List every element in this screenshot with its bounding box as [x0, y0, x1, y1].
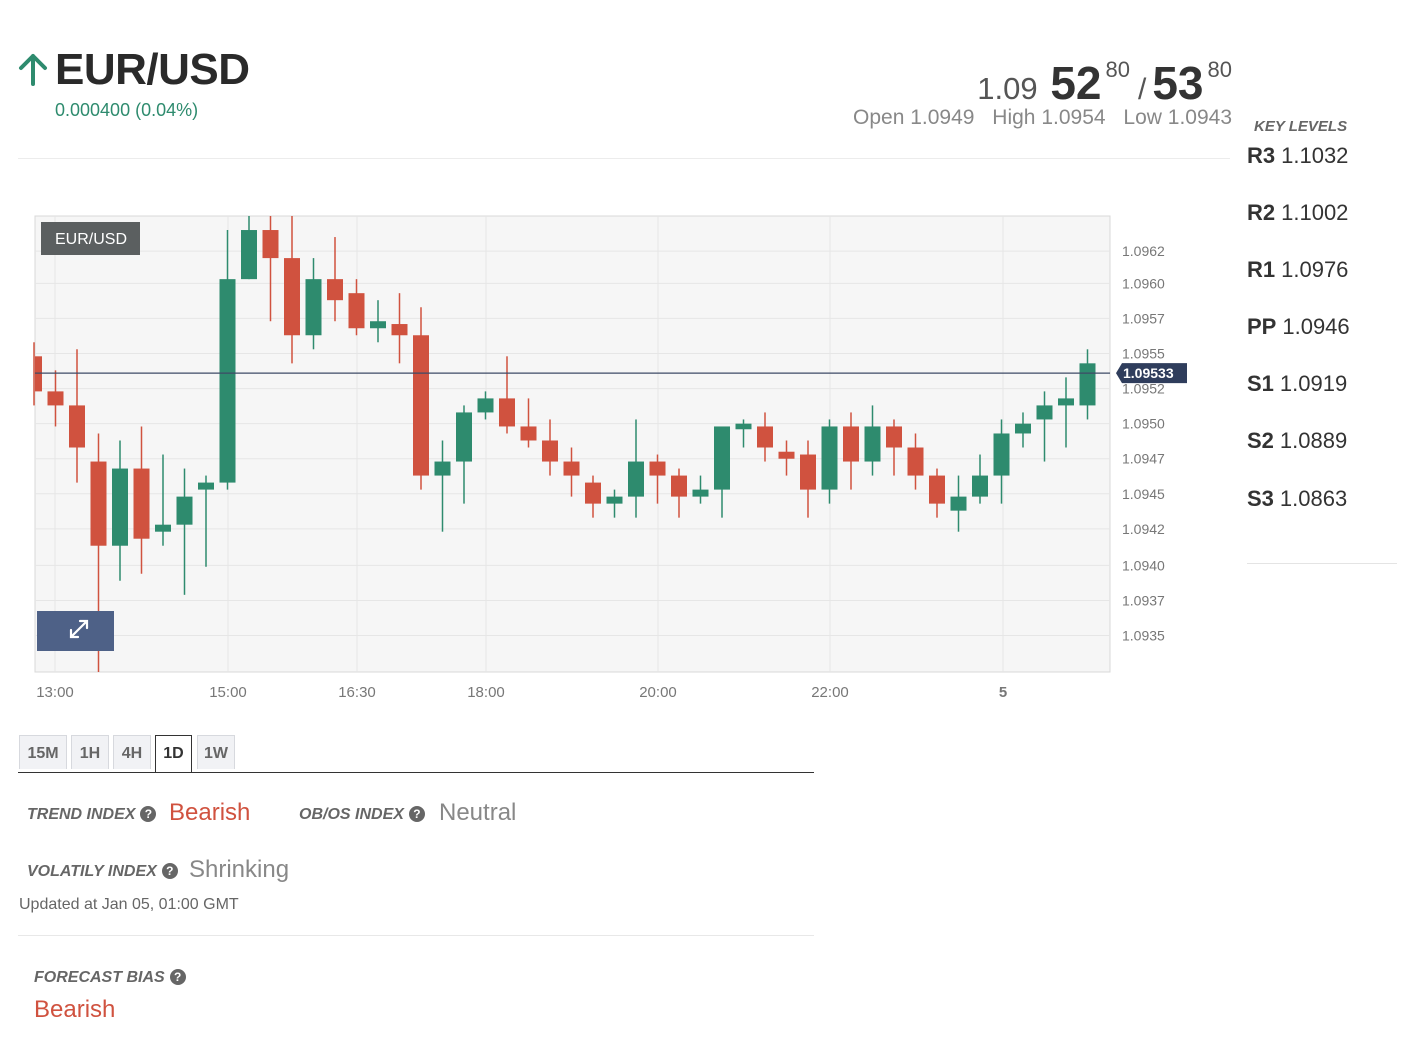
forecast-bias-value: Bearish [34, 996, 116, 1023]
volatility-index-label: VOLATILY INDEX? [27, 863, 178, 881]
y-tick-label: 1.0945 [1122, 486, 1165, 502]
candle-body [1079, 363, 1096, 406]
x-tick-label: 5 [999, 684, 1007, 701]
question-circle-icon[interactable]: ? [169, 969, 186, 985]
obos-index-label-text: OB/OS INDEX [299, 806, 404, 823]
candle-body [305, 279, 322, 336]
tab-1h[interactable]: 1H [71, 735, 109, 769]
x-tick-label: 15:00 [209, 684, 247, 701]
y-tick-label: 1.0935 [1122, 628, 1165, 644]
candle-body [563, 461, 580, 476]
candle-body [864, 426, 881, 462]
y-tick-label: 1.0947 [1122, 451, 1165, 467]
candle-body [176, 496, 193, 525]
y-tick-label: 1.0962 [1122, 243, 1165, 259]
candle-body [821, 426, 838, 490]
candle-body [477, 398, 494, 413]
forecast-bias-label-text: FORECAST BIAS [34, 969, 165, 986]
candle-body [843, 426, 859, 462]
candle-body [950, 496, 967, 511]
y-tick-label: 1.0960 [1122, 275, 1165, 291]
candle-body [198, 482, 214, 490]
candle-body [499, 398, 515, 427]
candle-body [1015, 423, 1031, 434]
x-tick-label: 22:00 [811, 684, 849, 701]
candle-body [649, 461, 666, 476]
candle-body [47, 391, 64, 406]
forecast-bias-label: FORECAST BIAS? [34, 969, 186, 987]
candle-body [907, 447, 924, 476]
candle-body [585, 482, 601, 504]
tab-1w[interactable]: 1W [197, 735, 235, 769]
candle-body [628, 461, 644, 497]
y-tick-label: 1.0940 [1122, 557, 1165, 573]
volatility-index-value: Shrinking [189, 856, 290, 883]
candle-body [735, 423, 752, 430]
candle-body [155, 524, 171, 532]
candle-body [542, 440, 558, 462]
candle-body [1058, 398, 1074, 406]
price-chart[interactable]: 1.09621.09601.09571.09551.09521.09501.09… [0, 0, 1408, 720]
tab-1d[interactable]: 1D [155, 735, 192, 772]
x-tick-label: 20:00 [639, 684, 677, 701]
tab-15m[interactable]: 15M [19, 735, 67, 769]
candle-body [993, 433, 1010, 476]
candle-body [434, 461, 451, 476]
section-divider [18, 935, 814, 936]
candle-body [133, 468, 150, 539]
candle-body [1036, 405, 1053, 420]
y-tick-label: 1.0955 [1122, 346, 1165, 362]
obos-index-value: Neutral [439, 799, 517, 826]
question-circle-icon[interactable]: ? [140, 806, 157, 822]
trend-index-label: TREND INDEX? [27, 806, 157, 824]
candle-body [262, 230, 279, 259]
candle-body [370, 321, 386, 329]
candle-body [391, 324, 408, 336]
question-circle-icon[interactable]: ? [161, 863, 178, 879]
candle-body [327, 279, 343, 301]
candle-body [35, 356, 42, 392]
candle-body [671, 475, 687, 497]
volatility-index-label-text: VOLATILY INDEX [27, 863, 157, 880]
x-tick-label: 16:30 [338, 684, 376, 701]
candle-body [929, 475, 945, 504]
candle-body [219, 279, 236, 483]
chart-symbol-label: EUR/USD [55, 231, 127, 248]
candle-body [413, 335, 429, 476]
candle-body [456, 412, 472, 462]
candle-body [241, 230, 257, 280]
trend-index-value: Bearish [169, 799, 251, 826]
candle-body [90, 461, 107, 546]
updated-at: Updated at Jan 05, 01:00 GMT [19, 896, 239, 913]
candle-body [112, 468, 128, 546]
candle-body [778, 451, 795, 459]
x-tick-label: 18:00 [467, 684, 505, 701]
y-tick-label: 1.0937 [1122, 592, 1165, 608]
timeframe-tabs: 15M 1H 4H 1D 1W [18, 735, 814, 773]
candle-body [69, 405, 85, 448]
y-tick-label: 1.0950 [1122, 416, 1165, 432]
y-tick-label: 1.0942 [1122, 521, 1165, 537]
candle-body [520, 426, 537, 441]
question-circle-icon[interactable]: ? [408, 806, 425, 822]
chart-plot-area [34, 215, 1111, 673]
candle-body [714, 426, 730, 490]
candle-body [606, 496, 623, 504]
tab-4h[interactable]: 4H [113, 735, 151, 769]
candle-body [348, 293, 365, 329]
candle-body [972, 475, 988, 497]
current-price-label: 1.09533 [1123, 365, 1174, 381]
candle-body [800, 454, 816, 490]
candle-body [284, 258, 300, 336]
obos-index-label: OB/OS INDEX? [299, 806, 425, 824]
y-tick-label: 1.0957 [1122, 310, 1165, 326]
candle-body [692, 489, 709, 497]
x-tick-label: 13:00 [36, 684, 74, 701]
trend-index-label-text: TREND INDEX [27, 806, 136, 823]
candle-body [757, 426, 773, 448]
candle-body [886, 426, 902, 448]
